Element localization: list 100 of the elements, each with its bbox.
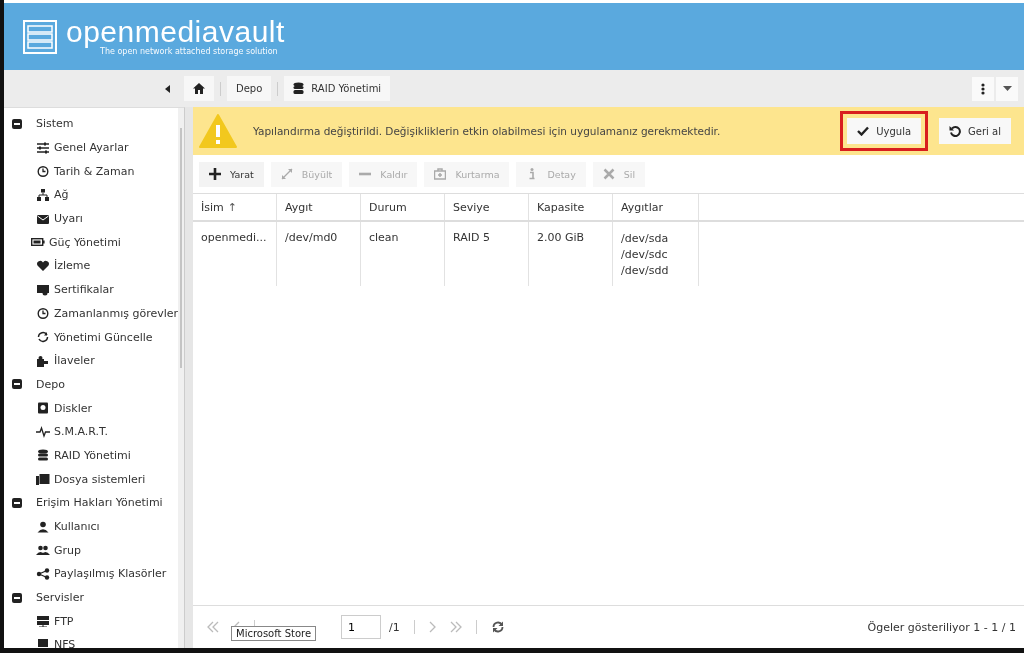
x-icon	[602, 168, 615, 180]
group-label: Servisler	[36, 591, 84, 605]
breadcrumb-link[interactable]: RAID Yönetimi	[284, 76, 391, 101]
sidebar-item[interactable]: Uyarı	[4, 206, 179, 231]
tree-group[interactable]: Servisler	[4, 585, 179, 610]
sidebar-item[interactable]: Diskler	[4, 396, 179, 420]
home-icon	[193, 83, 205, 94]
column-header[interactable]: Kapasite	[529, 194, 613, 220]
item-label: Grup	[54, 543, 81, 557]
column-header[interactable]: Aygıt	[277, 194, 361, 220]
group-label: Erişim Hakları Yönetimi	[36, 496, 163, 510]
battery-icon	[31, 236, 45, 249]
table-cell-text: /dev/sdc	[621, 247, 669, 262]
sidebar-item[interactable]: İlaveler	[4, 348, 179, 373]
undo-icon	[949, 125, 962, 137]
sidebar-item[interactable]: Grup	[4, 538, 179, 563]
sidebar-item[interactable]: Tarih & Zaman	[4, 159, 179, 184]
paging-summary: Ögeler gösteriliyor 1 - 1 / 1	[867, 620, 1016, 634]
item-label: Yönetimi Güncelle	[54, 330, 153, 344]
table-cell: openmedi...	[201, 231, 268, 244]
folder-icon	[36, 473, 50, 486]
item-label: RAID Yönetimi	[54, 448, 131, 462]
sidebar-item[interactable]: Genel Ayarlar	[4, 135, 179, 160]
sidebar-item[interactable]: Kullanıcı	[4, 514, 179, 539]
sidebar-item[interactable]: Ağ	[4, 183, 179, 207]
tree-group[interactable]: Depo	[4, 372, 179, 397]
desktop-icon	[36, 638, 50, 648]
sort-arrow: ↑	[227, 200, 237, 214]
item-label: İlaveler	[54, 354, 95, 368]
collapse-icon[interactable]	[12, 118, 22, 129]
item-label: Güç Yönetimi	[49, 235, 121, 249]
table-cell-text: clean	[369, 231, 400, 244]
table-cell-text: /dev/md0	[285, 231, 339, 244]
table-cell-text: 2.00 GiB	[537, 231, 586, 244]
collapse-icon[interactable]	[12, 379, 22, 390]
caret-icon	[1002, 86, 1012, 91]
sidebar-item[interactable]: Zamanlanmış görevler	[4, 301, 179, 326]
refresh-icon[interactable]	[490, 620, 505, 634]
pulse-icon	[36, 425, 50, 438]
puzzle-icon	[36, 354, 50, 367]
sliders-icon	[36, 141, 50, 154]
group-label: Depo	[36, 377, 65, 391]
more-menu-button[interactable]	[972, 76, 994, 101]
notice-message: Yapılandırma değiştirildi. Değişikliklerin etkin olabilmesi için uygulamanız gerekmektedir.	[253, 125, 722, 137]
refresh-icon	[36, 331, 50, 344]
collapse-icon[interactable]	[12, 592, 22, 603]
kebab-menu-icon	[981, 82, 985, 95]
item-label: Sertifikalar	[54, 283, 114, 297]
item-label: İzleme	[54, 259, 91, 273]
sidebar-item[interactable]: S.M.A.R.T.	[4, 419, 179, 444]
item-label: FTP	[54, 614, 74, 628]
heart-icon	[36, 259, 50, 272]
sidebar-item[interactable]: Yönetimi Güncelle	[4, 325, 179, 349]
item-label: Dosya sistemleri	[54, 472, 146, 486]
logo-text: openmediavault	[66, 17, 285, 47]
server-icon	[36, 615, 50, 628]
sidebar-item[interactable]: RAID Yönetimi	[4, 443, 179, 468]
collapse-arrow-icon[interactable]	[165, 84, 170, 93]
item-label: Zamanlanmış görevler	[54, 306, 179, 320]
toolbar-button[interactable]: Yarat	[199, 161, 264, 187]
database-icon	[293, 82, 305, 95]
page-field[interactable]: 1	[341, 615, 381, 639]
tree-group[interactable]: Erişim Hakları Yönetimi	[4, 491, 179, 515]
column-header[interactable]: Durum	[361, 194, 445, 220]
database-icon	[36, 449, 50, 462]
user-icon	[36, 520, 50, 533]
apply-button[interactable]: Uygula	[847, 118, 922, 144]
sidebar-item[interactable]: NFS	[4, 633, 179, 648]
sidebar-item[interactable]: FTP	[4, 609, 179, 634]
item-label: Uyarı	[54, 212, 83, 226]
sidebar-item[interactable]: Sertifikalar	[4, 277, 179, 302]
tree-group[interactable]: Sistem	[4, 112, 179, 136]
sidebar-item[interactable]: Paylaşılmış Klasörler	[4, 562, 179, 586]
column-header[interactable]: Seviye	[445, 194, 529, 220]
column-header[interactable]: Aygıtlar	[613, 194, 699, 220]
item-label: Diskler	[54, 401, 92, 415]
item-label: Paylaşılmış Klasörler	[54, 567, 167, 581]
item-label: Genel Ayarlar	[54, 141, 129, 155]
revert-button[interactable]: Geri al	[939, 118, 1011, 144]
alarm-icon	[36, 307, 50, 320]
sidebar-item[interactable]: Dosya sistemleri	[4, 467, 179, 491]
medkit-icon	[434, 168, 447, 180]
page-total: /1	[389, 620, 400, 634]
network-icon	[36, 188, 50, 201]
expand-icon	[280, 168, 293, 180]
tooltip: Microsoft Store	[231, 626, 317, 641]
item-label: Ağ	[54, 188, 69, 202]
certificate-icon	[36, 283, 50, 296]
collapse-icon[interactable]	[12, 497, 22, 508]
checkmark-icon	[857, 126, 870, 136]
item-label: S.M.A.R.T.	[54, 425, 108, 439]
dropdown-button[interactable]	[996, 76, 1018, 101]
tagline: The open network attached storage solution	[100, 47, 278, 56]
sidebar-item[interactable]: İzleme	[4, 254, 179, 278]
column-header[interactable]: İsim ↑	[193, 194, 277, 220]
breadcrumb-link[interactable]: Depo	[227, 76, 272, 101]
sidebar-item[interactable]: Güç Yönetimi	[4, 230, 179, 255]
home-button[interactable]	[184, 76, 214, 101]
table-cell-text: /dev/sdd	[621, 263, 670, 278]
group-label: Sistem	[36, 117, 74, 131]
